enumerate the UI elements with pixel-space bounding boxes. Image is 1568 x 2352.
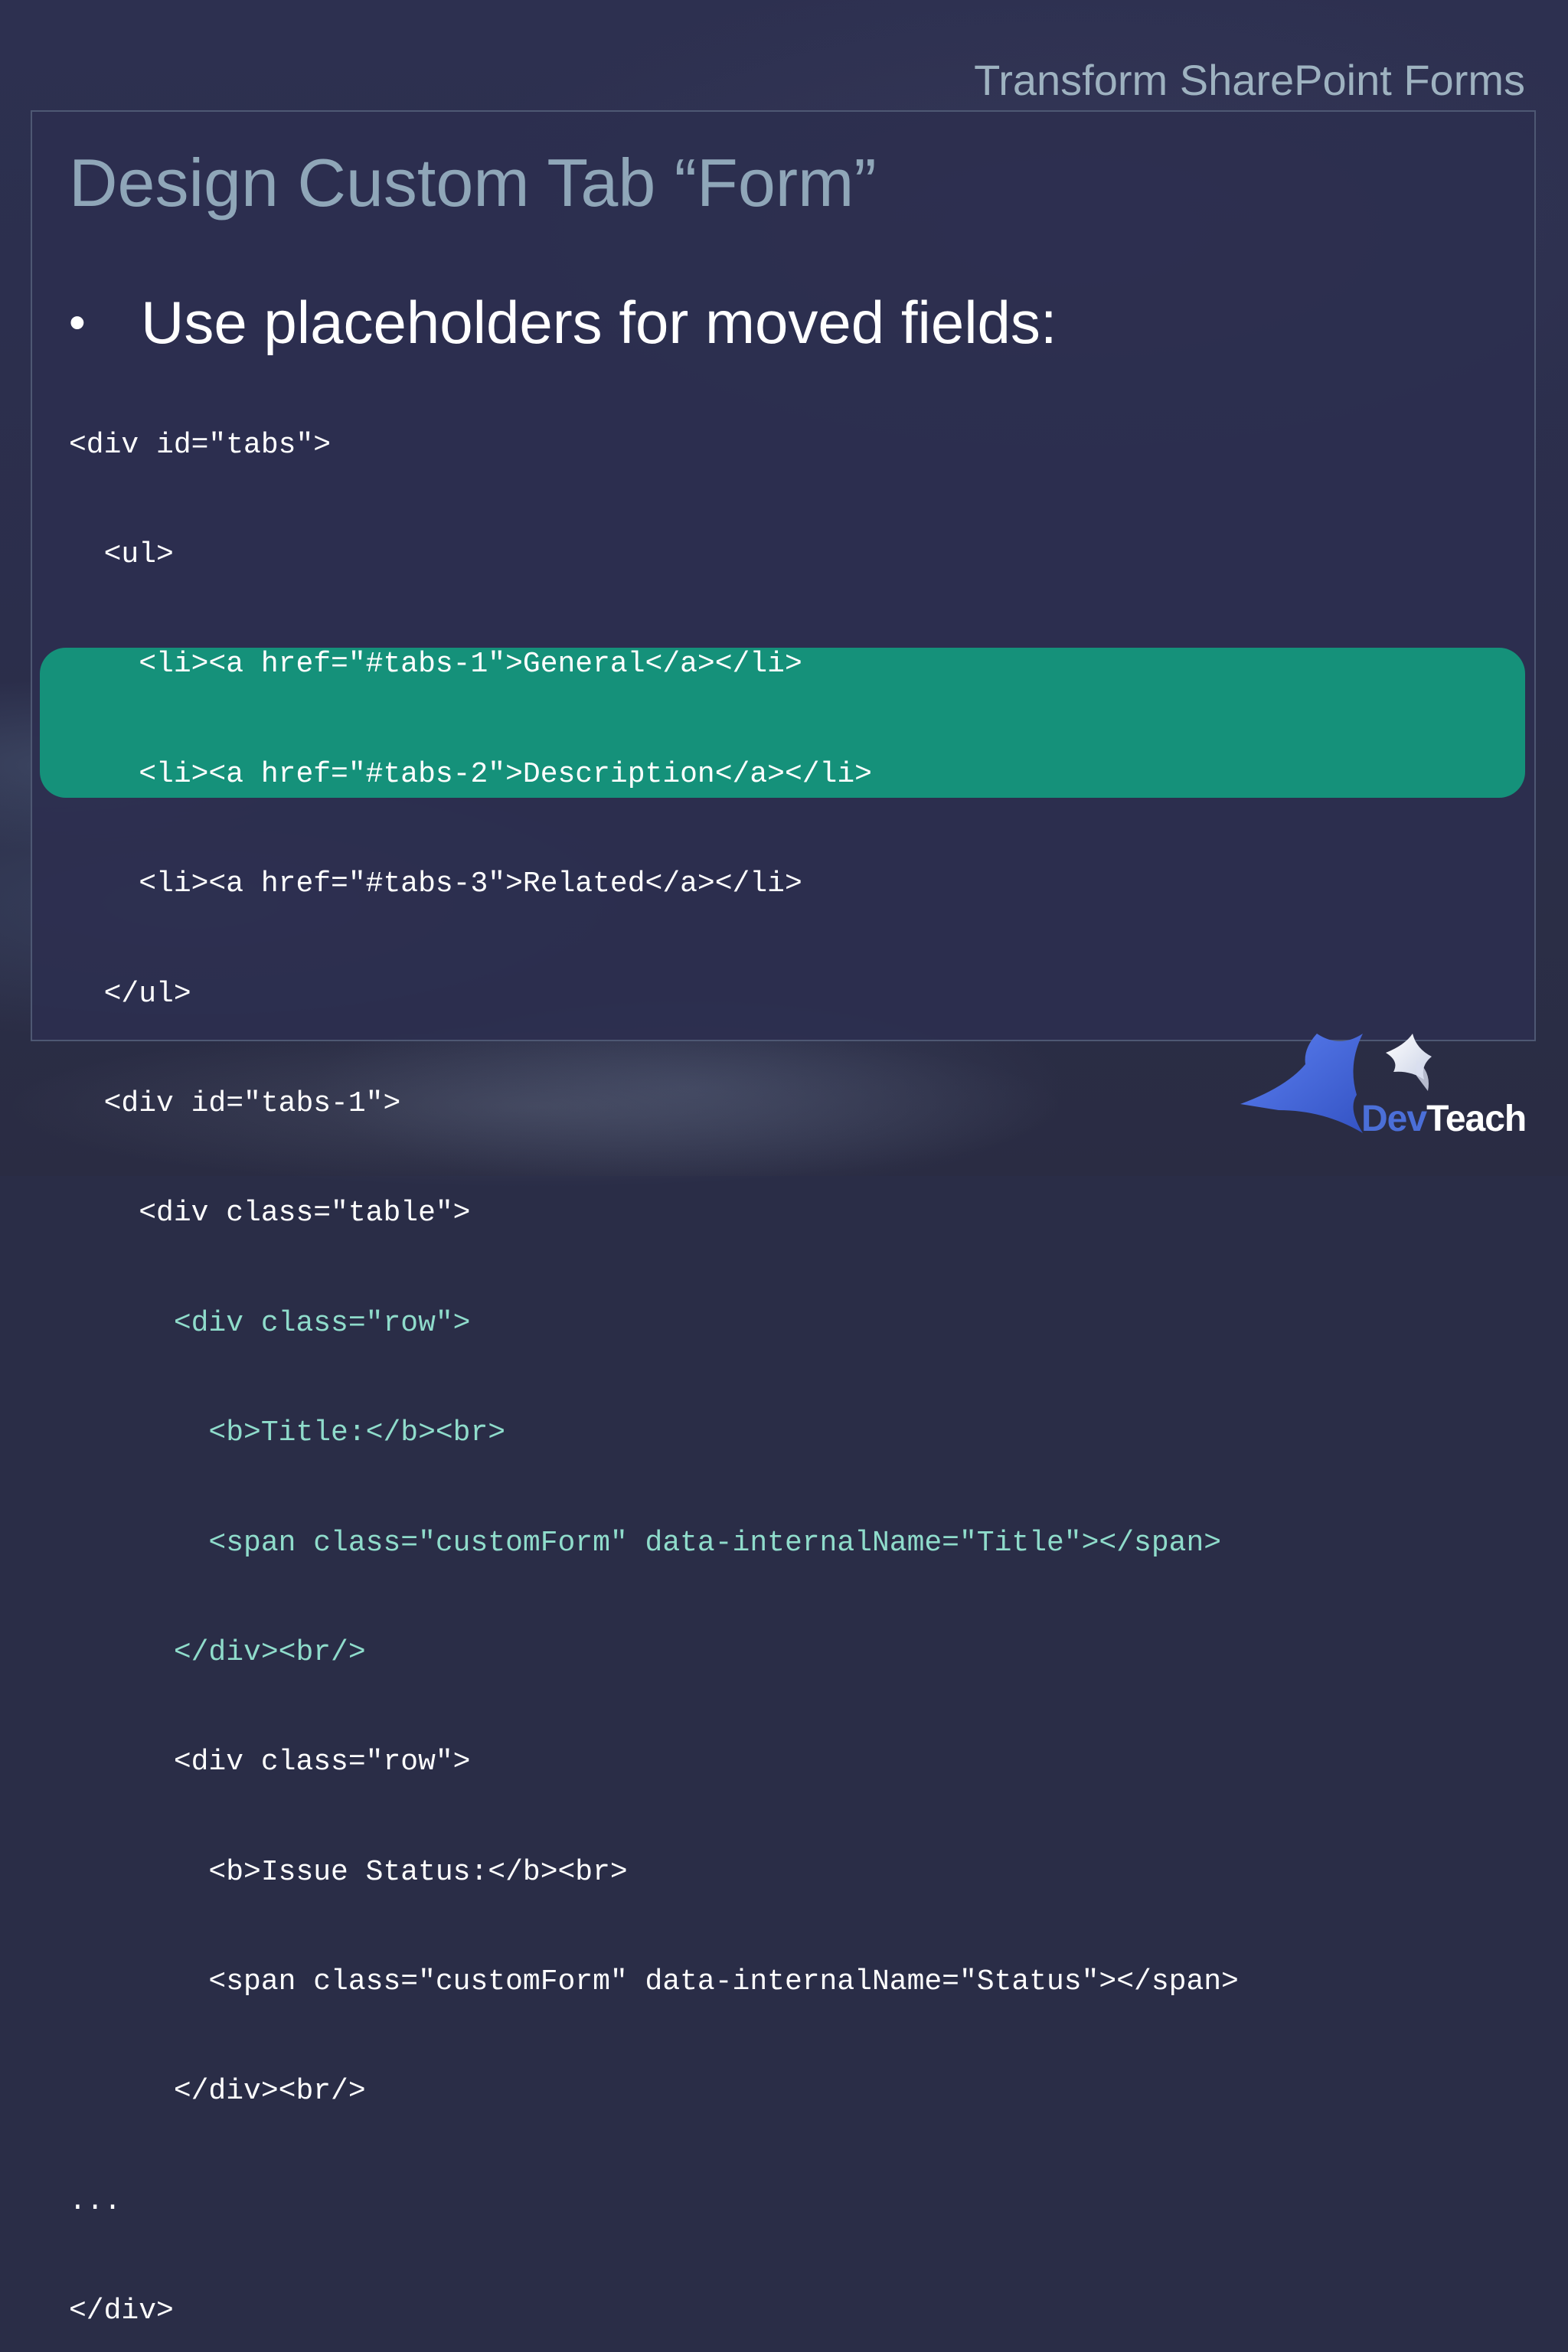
- code-line: <li><a href="#tabs-1">General</a></li>: [69, 648, 802, 681]
- devteach-logo-text: DevTeach: [1361, 1099, 1527, 1139]
- code-line: <li><a href="#tabs-3">Related</a></li>: [69, 867, 802, 901]
- code-line: <span class="customForm" data-internalNa…: [69, 1965, 1239, 1999]
- code-line: ...: [69, 2184, 122, 2218]
- code-line: <ul>: [69, 537, 174, 571]
- bullet-dot-icon: •: [69, 296, 86, 349]
- code-line: <div class="table">: [69, 1197, 471, 1230]
- slide-title: Design Custom Tab “Form”: [69, 145, 877, 220]
- code-line-highlighted: </div><br/>: [69, 1635, 366, 1669]
- bullet-text: Use placeholders for moved fields:: [141, 289, 1057, 356]
- code-line: </div><br/>: [69, 2075, 366, 2109]
- code-block: <div id="tabs"> <ul> <li><a href="#tabs-…: [69, 354, 1239, 2352]
- code-line: <div id="tabs">: [69, 428, 332, 462]
- code-line: <div class="row">: [69, 1746, 471, 1779]
- bullet-point: • Use placeholders for moved fields:: [69, 288, 1057, 358]
- code-line: <li><a href="#tabs-2">Description</a></l…: [69, 757, 872, 791]
- code-line: </ul>: [69, 977, 191, 1011]
- code-line-highlighted: <div class="row">: [69, 1306, 471, 1340]
- code-line-highlighted: <span class="customForm" data-internalNa…: [69, 1526, 1222, 1560]
- code-line: <div id="tabs-1">: [69, 1086, 401, 1120]
- code-line-highlighted: <b>Title:</b><br>: [69, 1416, 506, 1450]
- code-line: </div>: [69, 2295, 174, 2328]
- presentation-title: Transform SharePoint Forms: [974, 56, 1525, 104]
- code-line: <b>Issue Status:</b><br>: [69, 1855, 628, 1889]
